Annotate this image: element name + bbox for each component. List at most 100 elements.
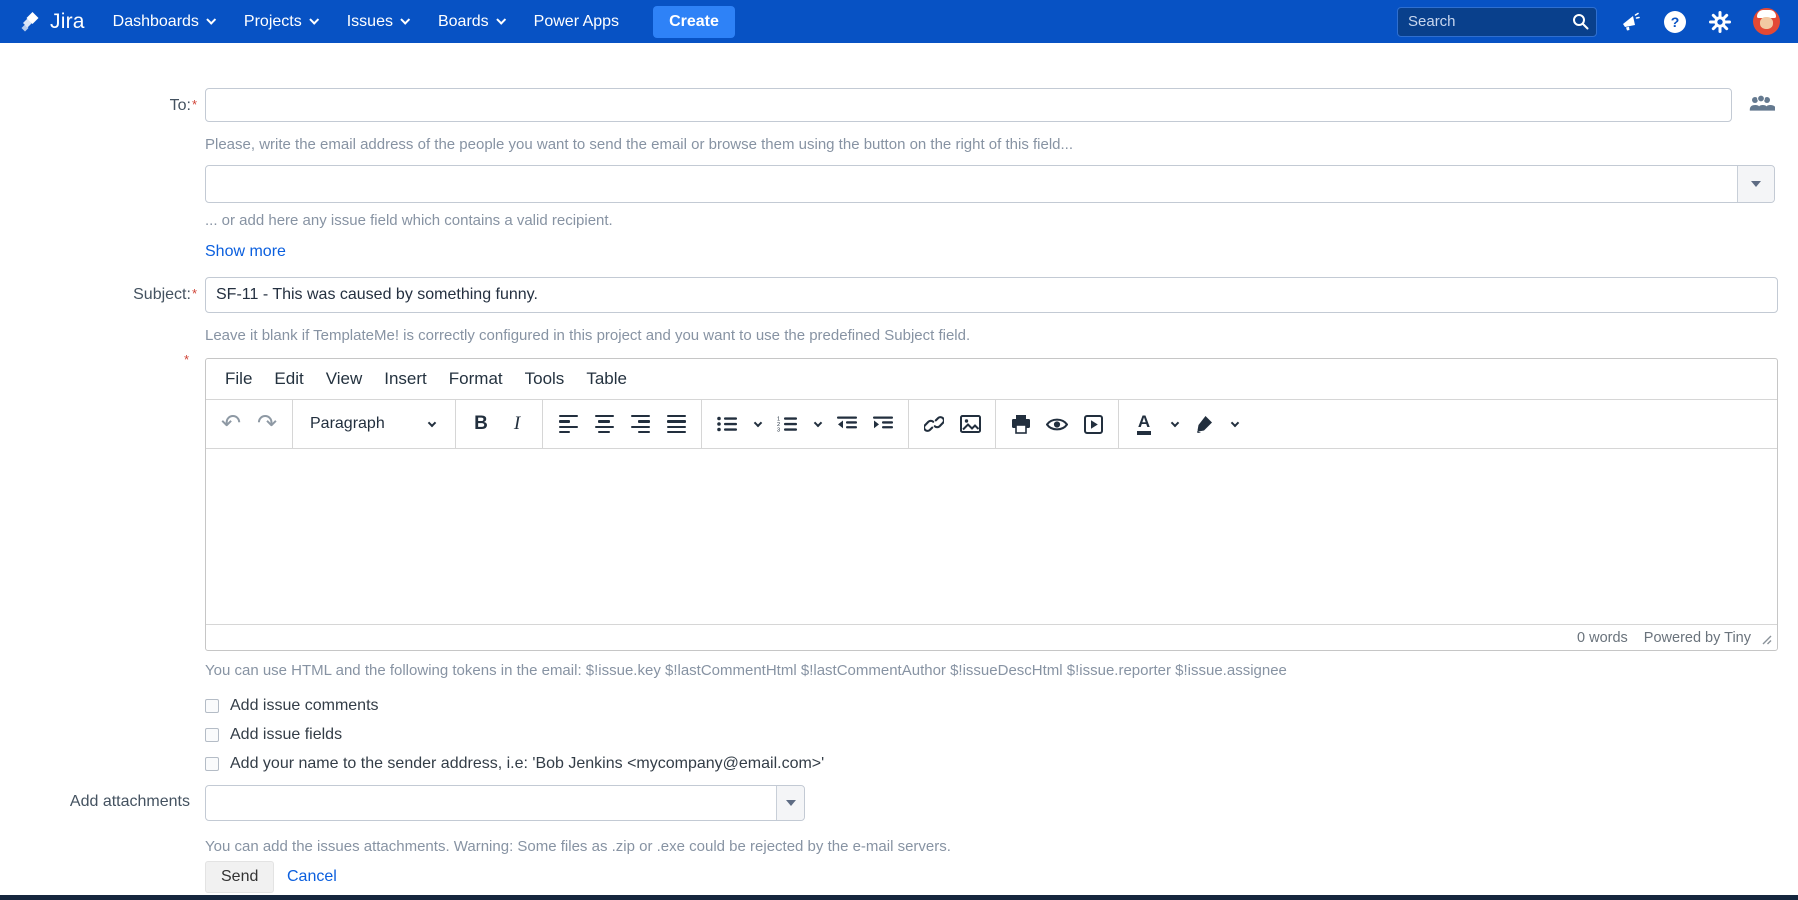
to-label-text: To: (169, 97, 191, 114)
editor-content-area[interactable] (206, 449, 1777, 624)
chevron-down-icon (308, 14, 319, 25)
bullet-list-button[interactable] (710, 407, 744, 441)
add-issue-comments-option[interactable]: Add issue comments (205, 697, 379, 715)
menu-format[interactable]: Format (438, 363, 514, 395)
recipient-field-input[interactable] (206, 166, 1737, 202)
chevron-down-icon (1170, 418, 1180, 428)
nav-power-apps-label: Power Apps (533, 12, 620, 30)
indent-icon (873, 416, 893, 429)
powered-by-tiny[interactable]: Powered by Tiny (1644, 630, 1751, 646)
checkbox-label: Add issue fields (230, 726, 343, 743)
highlight-color-options-button[interactable] (1223, 407, 1245, 441)
media-icon (1083, 414, 1103, 434)
subject-label-text: Subject: (133, 286, 191, 303)
jira-brand[interactable]: Jira (20, 10, 85, 34)
menu-tools[interactable]: Tools (514, 363, 576, 395)
required-asterisk: * (184, 352, 190, 367)
gear-icon (1709, 10, 1731, 33)
numbered-list-button[interactable]: 1 2 3 (770, 407, 804, 441)
bold-button[interactable]: B (464, 407, 498, 441)
search-input[interactable] (1397, 6, 1597, 37)
checkbox[interactable] (205, 728, 219, 742)
align-center-button[interactable] (587, 407, 621, 441)
navbar-right: ? (1397, 6, 1780, 37)
preview-button[interactable] (1040, 407, 1074, 441)
nav-issues[interactable]: Issues (347, 13, 411, 31)
checkbox[interactable] (205, 699, 219, 713)
help-button[interactable]: ? (1663, 10, 1687, 34)
create-button[interactable]: Create (653, 5, 735, 38)
alignment-group (542, 400, 701, 448)
editor-menubar: File Edit View Insert Format Tools Table (206, 359, 1777, 400)
block-format-group: Paragraph (292, 400, 455, 448)
user-avatar[interactable] (1753, 8, 1780, 35)
insert-group (908, 400, 995, 448)
email-body-editor: File Edit View Insert Format Tools Table… (205, 358, 1778, 651)
required-asterisk: * (191, 286, 197, 301)
outdent-icon (837, 416, 857, 429)
footer-edge-bar (0, 895, 1798, 900)
menu-table[interactable]: Table (575, 363, 638, 395)
history-group: ↶ ↷ (206, 400, 292, 448)
resize-handle-icon[interactable] (1762, 635, 1772, 645)
highlight-color-button[interactable] (1187, 407, 1221, 441)
chevron-down-icon (753, 418, 763, 428)
attachments-input[interactable] (206, 786, 776, 820)
undo-icon: ↶ (220, 410, 242, 437)
attachments-dropdown-button[interactable] (776, 786, 804, 820)
required-asterisk: * (191, 97, 197, 112)
insert-image-button[interactable] (953, 407, 987, 441)
paragraph-format-select[interactable]: Paragraph (300, 407, 448, 441)
outdent-button[interactable] (830, 407, 864, 441)
recipient-field-dropdown-button[interactable] (1737, 166, 1774, 202)
people-icon (1749, 94, 1776, 111)
add-sender-name-option[interactable]: Add your name to the sender address, i.e… (205, 755, 824, 773)
nav-power-apps[interactable]: Power Apps (534, 13, 619, 31)
checkbox[interactable] (205, 757, 219, 771)
search-icon[interactable] (1572, 13, 1589, 30)
text-color-options-button[interactable] (1163, 407, 1185, 441)
insert-link-button[interactable] (917, 407, 951, 441)
align-left-button[interactable] (551, 407, 585, 441)
to-input[interactable] (205, 88, 1732, 122)
announcements-button[interactable] (1618, 10, 1642, 34)
undo-button[interactable]: ↶ (214, 407, 248, 441)
text-color-button[interactable]: A (1127, 407, 1161, 441)
recipient-extra-help: ... or add here any issue field which co… (205, 212, 613, 229)
settings-button[interactable] (1708, 10, 1732, 34)
output-group (995, 400, 1118, 448)
italic-icon: I (513, 413, 521, 434)
italic-button[interactable]: I (500, 407, 534, 441)
brand-title: Jira (50, 9, 85, 33)
numbered-list-options-button[interactable] (806, 407, 828, 441)
bullet-list-icon (717, 416, 737, 432)
subject-input[interactable] (205, 277, 1778, 313)
numbered-list-icon: 1 2 3 (777, 417, 797, 432)
cancel-link[interactable]: Cancel (287, 868, 337, 886)
redo-button[interactable]: ↷ (250, 407, 284, 441)
browse-recipients-button[interactable] (1747, 92, 1776, 121)
align-center-icon (594, 414, 614, 434)
to-label: To:* (0, 97, 197, 115)
dropdown-arrow-icon (1751, 181, 1761, 187)
menu-insert[interactable]: Insert (373, 363, 438, 395)
indent-button[interactable] (866, 407, 900, 441)
text-style-group: B I (455, 400, 542, 448)
justify-button[interactable] (659, 407, 693, 441)
menu-view[interactable]: View (315, 363, 374, 395)
nav-projects[interactable]: Projects (244, 13, 319, 31)
nav-boards[interactable]: Boards (438, 13, 506, 31)
bullet-list-options-button[interactable] (746, 407, 768, 441)
editor-statusbar: 0 words Powered by Tiny (206, 624, 1777, 650)
print-button[interactable] (1004, 407, 1038, 441)
nav-dashboards[interactable]: Dashboards (113, 13, 217, 31)
align-right-button[interactable] (623, 407, 657, 441)
top-navbar: Jira Dashboards Projects Issues Boards P… (0, 0, 1798, 43)
show-more-link[interactable]: Show more (205, 243, 286, 261)
bold-icon: B (474, 413, 488, 434)
menu-file[interactable]: File (214, 363, 263, 395)
insert-media-button[interactable] (1076, 407, 1110, 441)
add-issue-fields-option[interactable]: Add issue fields (205, 726, 342, 744)
menu-edit[interactable]: Edit (263, 363, 314, 395)
send-button[interactable]: Send (205, 861, 275, 893)
